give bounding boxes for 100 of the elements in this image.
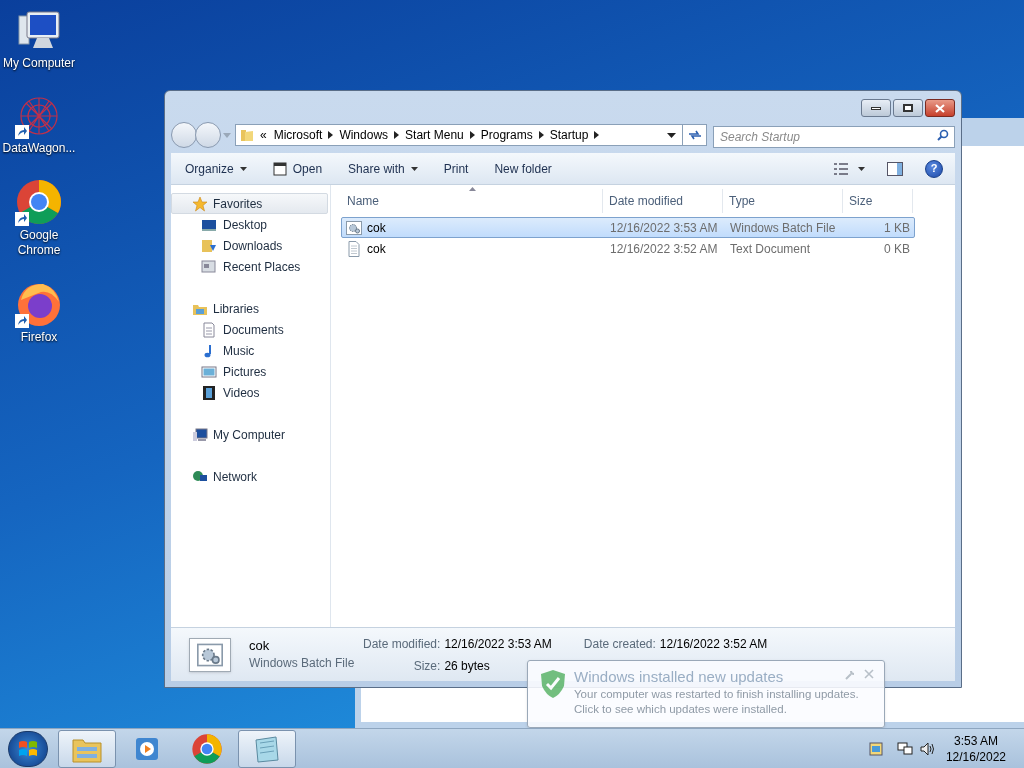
gear-file-icon [346,219,362,236]
taskbar-button[interactable] [238,729,296,768]
close-icon [935,103,945,113]
chevron-right-icon [594,131,600,139]
shield-check-icon [540,669,566,699]
nav-item[interactable]: Recent Places [171,256,330,277]
downloads-icon [201,237,217,254]
sort-arrow-icon [469,187,476,191]
caret-icon [410,166,418,171]
start-button[interactable] [8,730,48,767]
notification-text: Click to see which updates were installed. [574,702,787,717]
size-cell-text: 0 KB [883,240,911,258]
breadcrumb-item[interactable]: Start Menu [402,126,467,144]
caret-icon [223,132,231,138]
toolbar-button[interactable]: Organize [179,156,253,181]
details-file-type: Windows Batch File [249,656,355,671]
notification-title: Windows installed new updates [574,667,784,687]
chrome-icon [191,732,223,765]
nav-item[interactable]: Desktop [171,214,330,235]
date-cell-text: 12/16/2022 3:53 AM [609,219,719,237]
chevron-right-icon [469,131,475,139]
shortcut-arrow-icon [15,125,29,139]
date-cell-text: 12/16/2022 3:52 AM [609,240,719,258]
column-header[interactable]: Size [843,189,913,213]
restore-icon [903,104,913,112]
details-label: Date modified: [363,635,441,653]
details-label: Date created: [583,635,656,653]
recent-icon [201,258,217,275]
chrome-icon [15,178,63,226]
close-button[interactable] [925,99,955,117]
breadcrumb-item[interactable]: Windows [336,126,392,144]
type-cell-text: Windows Batch File [729,219,837,237]
column-header[interactable]: Date modified [603,189,723,213]
caret-icon [858,166,865,171]
speaker-icon[interactable] [919,740,936,757]
toolbar-button[interactable]: New folder [488,156,558,181]
caret-icon [239,166,247,171]
breadcrumb-item[interactable]: Microsoft [270,126,326,144]
windows-logo-icon [18,738,38,759]
minimize-icon [871,106,881,110]
maximize-button[interactable] [893,99,923,117]
search-icon [937,129,949,141]
clock[interactable]: 3:53 AM 12/16/2022 [945,732,1006,765]
toolbar-button[interactable]: Open [266,156,329,181]
shortcut-arrow-icon [15,212,29,226]
minimize-button[interactable] [861,99,891,117]
breadcrumb-overflow[interactable]: « [260,126,267,144]
nav-item[interactable]: Pictures [171,361,330,382]
breadcrumb-item[interactable]: Programs [477,126,536,144]
help-button[interactable]: ? [925,159,943,178]
toolbar-button[interactable]: Share with [342,156,424,181]
gear-file-icon [197,641,223,668]
file-name: cok [367,240,386,258]
documents-icon [201,321,217,338]
toolbar-button[interactable]: Print [437,156,475,181]
document-icon [346,240,362,257]
desktop-icon-label[interactable]: My Computer [3,56,75,71]
pane-icon [887,161,903,176]
breadcrumb-item[interactable]: Startup [546,126,592,144]
address-bar[interactable]: « Microsoft Windows Start Menu Programs Startup [235,124,707,146]
forward-button[interactable] [195,122,221,148]
nav-item[interactable]: Videos [171,382,330,403]
computer-icon [192,426,208,443]
nav-item[interactable]: Network [171,466,328,487]
desktop-icon-label[interactable]: Google Chrome [0,228,78,258]
chevron-right-icon [394,131,400,139]
chevron-right-icon [538,131,544,139]
nav-item[interactable]: My Computer [171,424,328,445]
file-name: cok [367,219,386,237]
star-icon [192,195,208,212]
pictures-icon [201,363,217,380]
column-header[interactable]: Name [341,189,603,213]
nav-item[interactable]: Favorites [171,193,328,214]
refresh-icon [687,129,702,141]
list-view-icon [834,162,848,175]
column-header[interactable]: Type [723,189,843,213]
chevron-right-icon [328,131,334,139]
notification-text: Your computer was restarted to finish installing updates. [574,687,859,702]
back-button[interactable] [171,122,197,148]
shortcut-arrow-icon [15,314,29,328]
folder-icon [240,128,254,142]
details-value: 26 bytes [444,657,491,675]
nav-item[interactable]: Music [171,340,330,361]
details-label: Size: [412,657,441,675]
notepad-icon [252,733,282,764]
file-row[interactable]: cok 12/16/2022 3:53 AM Windows Batch File 1 KB [341,217,915,238]
nav-item[interactable]: Libraries [171,298,328,319]
file-row[interactable]: cok 12/16/2022 3:52 AM Text Document 0 KB [341,238,915,259]
details-value: 12/16/2022 3:52 AM [659,635,768,653]
network-icon[interactable] [895,740,914,757]
details-value: 12/16/2022 3:53 AM [444,635,552,653]
desktop-icon-label[interactable]: Firefox [20,330,58,345]
desktop-icon-label[interactable]: DataWagon... [2,141,76,156]
dropdown-caret-icon [667,132,676,138]
nav-item[interactable]: Downloads [171,235,330,256]
window-icon [272,161,287,176]
nav-item[interactable]: Documents [171,319,330,340]
taskbar-button[interactable] [58,729,116,768]
size-cell-text: 1 KB [883,219,911,237]
search-field[interactable]: Search Startup [713,126,955,148]
